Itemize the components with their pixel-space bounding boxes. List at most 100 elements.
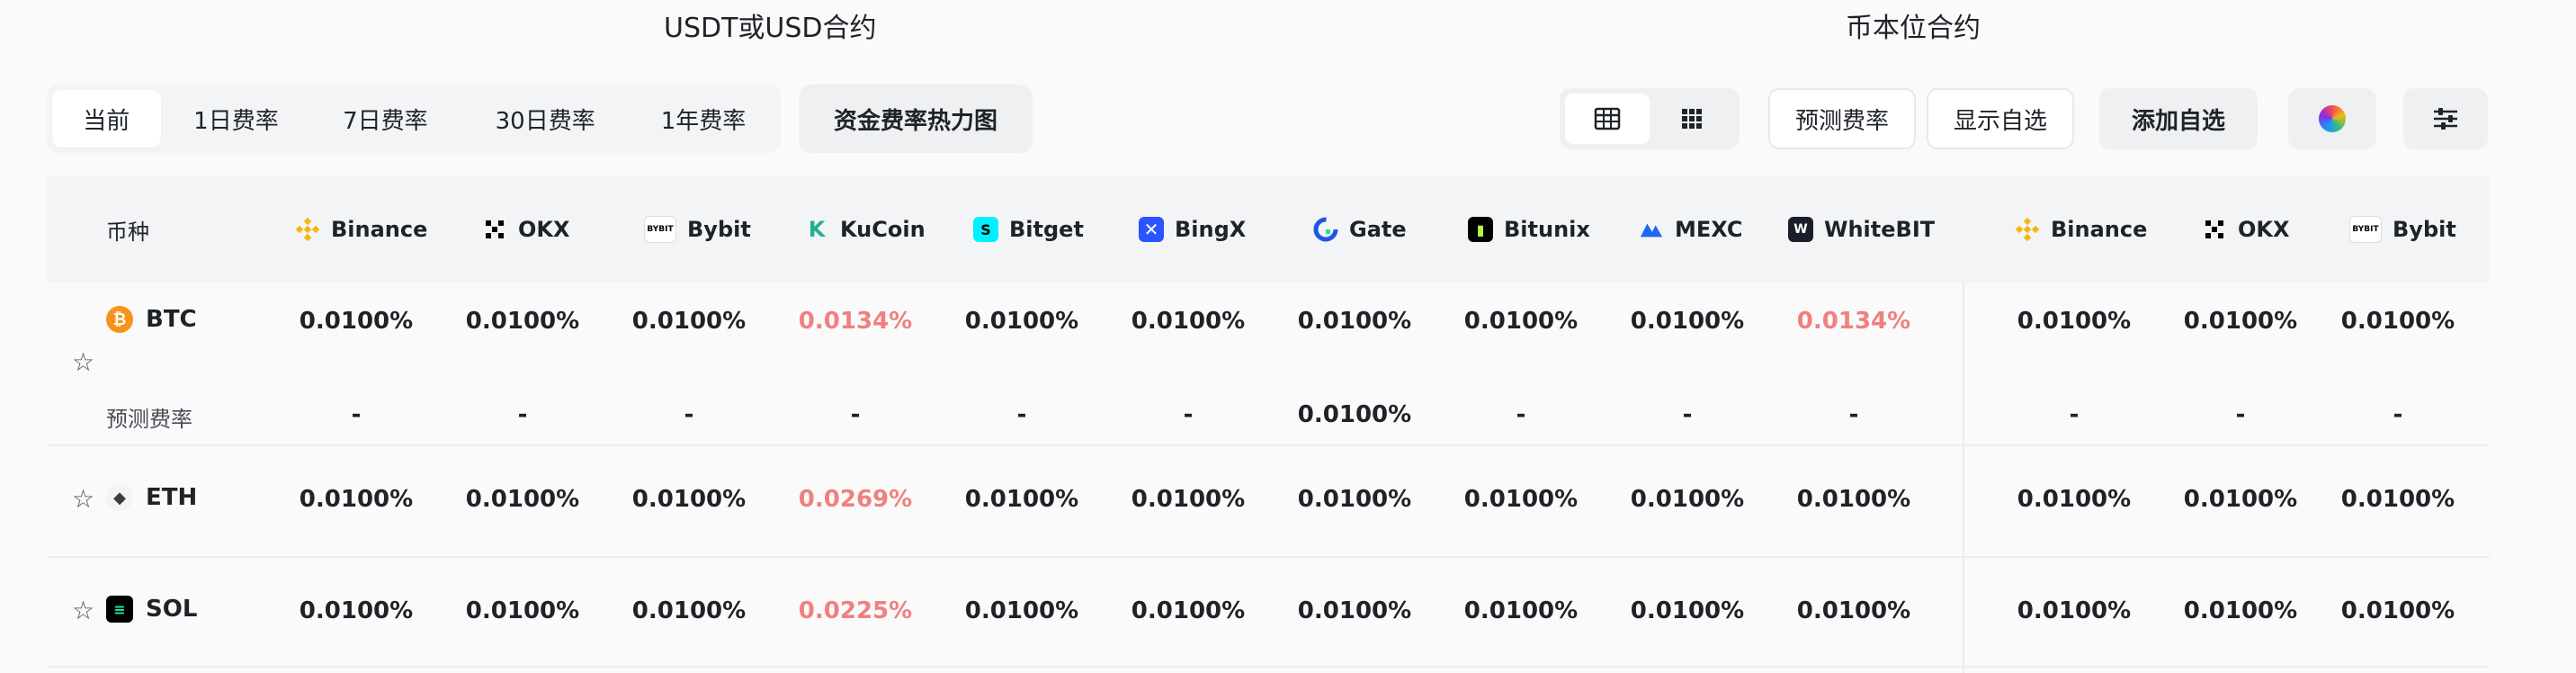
header-kucoin[interactable]: K KuCoin <box>804 176 926 283</box>
binance-logo-icon <box>2015 217 2040 242</box>
header-mexc[interactable]: MEXC <box>1639 176 1743 283</box>
header-coin-okx[interactable]: OKX <box>2202 176 2290 283</box>
rate-cell: 0.0100% <box>631 308 747 335</box>
rate-cell: 0.0100% <box>1463 486 1579 513</box>
rate-cell: 0.0100% <box>1131 308 1246 335</box>
header-whitebit[interactable]: W WhiteBIT <box>1788 176 1935 283</box>
predicted-cell: - <box>850 401 861 428</box>
predicted-cell: - <box>684 401 694 428</box>
eth-coin-icon: ◆ <box>106 484 133 511</box>
coin-margined-group-title: 币本位合约 <box>1846 13 1981 44</box>
coin-symbol[interactable]: ◆ ETH <box>106 484 197 511</box>
header-binance[interactable]: Binance <box>295 176 427 283</box>
predicted-rate-button[interactable]: 预测费率 <box>1768 88 1916 149</box>
bybit-logo-icon: BYBIT <box>2349 216 2382 243</box>
header-coin-binance[interactable]: Binance <box>2015 176 2147 283</box>
exchange-name: Gate <box>1349 217 1407 242</box>
header-bitget[interactable]: S Bitget <box>973 176 1084 283</box>
rate-cell: 0.0100% <box>1463 597 1579 624</box>
predicted-cell: - <box>2069 401 2080 428</box>
rate-cell: 0.0100% <box>299 308 414 335</box>
table-icon <box>1594 107 1621 130</box>
predicted-cell: 0.0100% <box>1297 401 1412 428</box>
predicted-cell: - <box>1848 401 1859 428</box>
rate-cell: 0.0100% <box>1297 597 1412 624</box>
predicted-cell: - <box>351 401 362 428</box>
rate-cell-highlight: 0.0134% <box>1796 308 1911 335</box>
tab-current[interactable]: 当前 <box>52 90 161 148</box>
rate-cell: 0.0100% <box>1630 486 1745 513</box>
okx-logo-icon <box>482 217 507 242</box>
header-bybit[interactable]: BYBIT Bybit <box>644 176 751 283</box>
period-tabs: 当前 1日费率 7日费率 30日费率 1年费率 <box>47 85 781 153</box>
table-header: 币种 Binance OKX BYBIT Bybit K KuCoin S Bitge… <box>47 176 2490 283</box>
exchange-name: Bybit <box>2393 217 2456 242</box>
tab-1d-rate[interactable]: 1日费率 <box>161 90 312 148</box>
settings-button[interactable] <box>2403 88 2488 149</box>
rate-cell: 0.0100% <box>964 308 1079 335</box>
exchange-name: Binance <box>331 217 428 242</box>
add-favorites-button[interactable]: 添加自选 <box>2099 88 2258 149</box>
funding-rate-table: 币种 Binance OKX BYBIT Bybit K KuCoin S Bitge… <box>47 176 2490 283</box>
rate-cell: 0.0100% <box>1463 308 1579 335</box>
rate-cell: 0.0100% <box>631 486 747 513</box>
rate-cell: 0.0100% <box>2340 486 2455 513</box>
rate-cell: 0.0100% <box>299 486 414 513</box>
favorite-star-icon[interactable]: ☆ <box>72 347 94 377</box>
show-favorites-button[interactable]: 显示自选 <box>1927 88 2074 149</box>
rate-cell: 0.0100% <box>1796 486 1911 513</box>
header-bitunix[interactable]: ▮ Bitunix <box>1468 176 1590 283</box>
rate-cell: 0.0100% <box>2017 597 2132 624</box>
gate-logo-icon <box>1313 217 1338 242</box>
rate-cell: 0.0100% <box>465 308 580 335</box>
btc-coin-icon: ₿ <box>106 306 133 333</box>
color-wheel-icon <box>2319 105 2346 132</box>
rate-cell: 0.0100% <box>2017 486 2132 513</box>
rate-cell: 0.0100% <box>631 597 747 624</box>
rate-cell: 0.0100% <box>1131 597 1246 624</box>
predicted-cell: - <box>2393 401 2403 428</box>
rate-cell: 0.0100% <box>1297 308 1412 335</box>
header-bingx[interactable]: ✕ BingX <box>1139 176 1246 283</box>
coin-symbol[interactable]: ₿ BTC <box>106 306 197 333</box>
grid-view-button[interactable] <box>1650 94 1734 144</box>
table-row-eth[interactable]: ☆ ◆ ETH 0.0100% 0.0100% 0.0100% 0.0269% … <box>47 446 2490 558</box>
exchange-name: BingX <box>1175 217 1247 242</box>
predicted-cell: - <box>1516 401 1526 428</box>
funding-heatmap-button[interactable]: 资金费率热力图 <box>799 85 1033 153</box>
rate-cell: 0.0100% <box>465 597 580 624</box>
rate-cell: 0.0100% <box>964 486 1079 513</box>
table-row-btc[interactable]: ₿ BTC ☆ 预测费率 0.0100% 0.0100% 0.0100% 0.0… <box>47 283 2490 446</box>
predicted-cell: - <box>2235 401 2246 428</box>
tab-1y-rate[interactable]: 1年费率 <box>631 90 775 148</box>
usdt-contracts-group-title: USDT或USD合约 <box>664 13 877 44</box>
rate-cell: 0.0100% <box>2340 308 2455 335</box>
favorite-star-icon[interactable]: ☆ <box>72 596 94 625</box>
header-coin-bybit[interactable]: BYBIT Bybit <box>2349 176 2456 283</box>
rate-cell: 0.0100% <box>1630 308 1745 335</box>
rate-cell: 0.0100% <box>1630 597 1745 624</box>
rate-cell: 0.0100% <box>299 597 414 624</box>
table-row-sol[interactable]: ☆ ≡ SOL 0.0100% 0.0100% 0.0100% 0.0225% … <box>47 558 2490 668</box>
predicted-cell: - <box>1682 401 1693 428</box>
coin-symbol[interactable]: ≡ SOL <box>106 596 197 623</box>
tab-7d-rate[interactable]: 7日费率 <box>311 90 459 148</box>
rate-cell-highlight: 0.0269% <box>798 486 913 513</box>
exchange-name: OKX <box>2238 217 2290 242</box>
favorite-star-icon[interactable]: ☆ <box>72 484 94 514</box>
view-toggle <box>1560 88 1740 149</box>
table-view-button[interactable] <box>1565 94 1650 144</box>
header-okx[interactable]: OKX <box>482 176 570 283</box>
rate-cell: 0.0100% <box>2183 308 2298 335</box>
rate-cell-highlight: 0.0134% <box>798 308 913 335</box>
sol-coin-icon: ≡ <box>106 596 133 623</box>
predicted-cell: - <box>1016 401 1027 428</box>
rate-cell: 0.0100% <box>1131 486 1246 513</box>
color-theme-button[interactable] <box>2288 88 2376 149</box>
header-gate[interactable]: Gate <box>1313 176 1407 283</box>
predicted-cell: - <box>517 401 528 428</box>
coin-column-header: 币种 <box>106 219 149 245</box>
tab-30d-rate[interactable]: 30日费率 <box>459 90 631 148</box>
predicted-cell: - <box>1183 401 1194 428</box>
exchange-name: Bitunix <box>1504 217 1590 242</box>
